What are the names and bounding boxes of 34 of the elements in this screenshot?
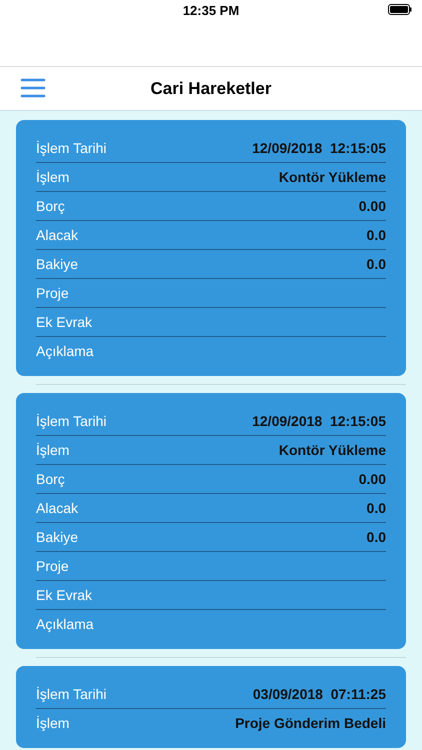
screen-title: Cari Hareketler	[150, 78, 272, 98]
field-label: Proje	[36, 285, 69, 301]
field-value: 0.00	[358, 198, 386, 214]
field-label: Bakiye	[36, 529, 78, 545]
field-value: Kontör Yükleme	[278, 169, 386, 185]
field-value: 0.00	[358, 471, 386, 487]
field-label: Borç	[36, 198, 65, 214]
field-label: Açıklama	[36, 616, 94, 632]
field-value: Proje Gönderim Bedeli	[235, 715, 386, 731]
field-label: Ek Evrak	[36, 314, 92, 330]
field-label: Proje	[36, 558, 69, 574]
field-label: Alacak	[36, 227, 78, 243]
field-label: İşlem	[36, 442, 70, 458]
field-value: 0.0	[366, 529, 386, 545]
field-label: İşlem	[36, 715, 70, 731]
field-value: 0.0	[366, 500, 386, 516]
field-value: 12/09/2018 12:15:05	[252, 413, 386, 429]
battery-icon	[388, 4, 412, 15]
field-value: Kontör Yükleme	[278, 442, 386, 458]
field-label: Ek Evrak	[36, 587, 92, 603]
field-label: İşlem	[36, 169, 70, 185]
field-label: Açıklama	[36, 343, 94, 359]
field-label: İşlem Tarihi	[36, 686, 107, 702]
field-value: 0.0	[366, 256, 386, 272]
field-label: İşlem Tarihi	[36, 413, 107, 429]
field-label: Borç	[36, 471, 65, 487]
field-value: 0.0	[366, 227, 386, 243]
field-value: 03/09/2018 07:11:25	[252, 686, 386, 702]
field-label: Bakiye	[36, 256, 78, 272]
field-value: 12/09/2018 12:15:05	[252, 140, 386, 156]
field-label: İşlem Tarihi	[36, 140, 107, 156]
field-label: Alacak	[36, 500, 78, 516]
menu-button[interactable]	[20, 78, 46, 98]
status-time: 12:35 PM	[182, 3, 240, 18]
